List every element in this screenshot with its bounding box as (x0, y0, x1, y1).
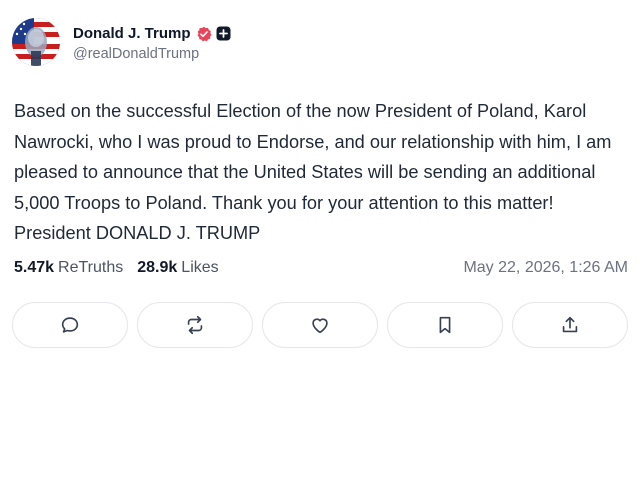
retruths-count[interactable]: 5.47k (14, 259, 54, 277)
retruth-icon (187, 315, 203, 335)
action-bar (12, 302, 628, 348)
post-timestamp: May 22, 2026, 1:26 AM (463, 259, 628, 276)
plus-badge-icon (216, 26, 231, 41)
retruth-button[interactable] (137, 302, 253, 348)
verified-badge-icon (196, 26, 212, 42)
bookmark-icon (439, 316, 451, 334)
author-display-name[interactable]: Donald J. Trump (73, 25, 191, 42)
reply-icon (61, 317, 79, 333)
author-names: Donald J. Trump @realDonaldTrump (73, 23, 231, 62)
likes-label[interactable]: Likes (181, 259, 218, 277)
post-text: Based on the successful Election of the … (14, 101, 612, 243)
avatar-image (12, 18, 60, 66)
author-handle[interactable]: @realDonaldTrump (73, 46, 231, 62)
name-row: Donald J. Trump (73, 23, 231, 45)
like-icon (312, 318, 328, 334)
bookmark-button[interactable] (387, 302, 503, 348)
retruths-label[interactable]: ReTruths (58, 259, 123, 277)
like-button[interactable] (262, 302, 378, 348)
post-header: Donald J. Trump @realDonaldTrump (12, 18, 231, 66)
reply-button[interactable] (12, 302, 128, 348)
share-icon (562, 316, 578, 333)
share-button[interactable] (512, 302, 628, 348)
avatar[interactable] (12, 18, 60, 66)
post-stats: 5.47k ReTruths 28.9k Likes May 22, 2026,… (14, 259, 628, 277)
likes-count[interactable]: 28.9k (137, 259, 177, 277)
